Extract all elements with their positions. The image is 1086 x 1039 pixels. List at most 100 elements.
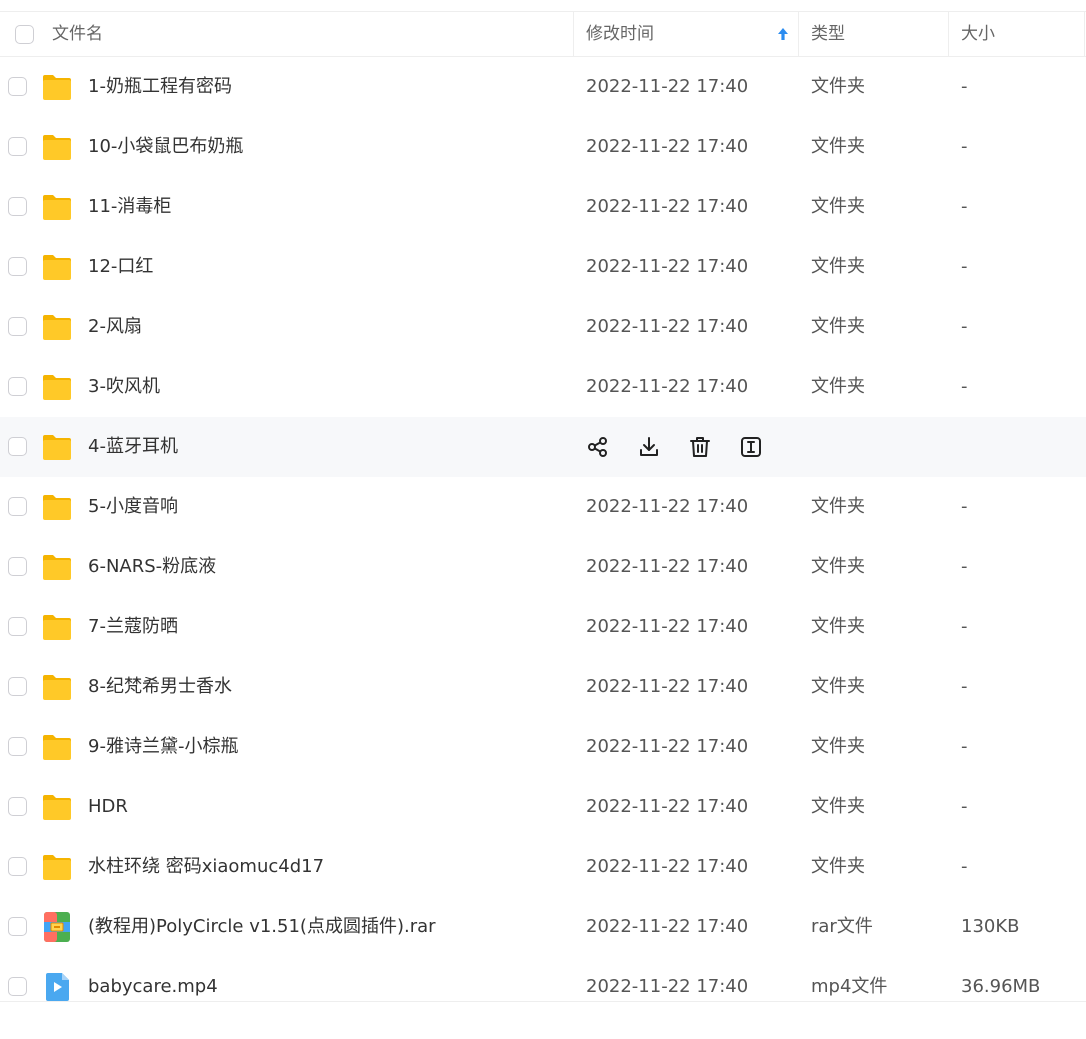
file-type: 文件夹 xyxy=(811,316,865,337)
modified-time: 2022-11-22 17:40 xyxy=(586,856,749,877)
file-name[interactable]: 4-蓝牙耳机 xyxy=(88,417,178,477)
video-file-icon xyxy=(41,972,73,1002)
table-row[interactable]: 9-雅诗兰黛-小棕瓶 2022-11-22 17:40 文件夹 - xyxy=(0,717,1086,777)
row-checkbox[interactable] xyxy=(8,797,27,816)
row-checkbox[interactable] xyxy=(8,197,27,216)
table-row[interactable]: (教程用)PolyCircle v1.51(点成圆插件).rar 2022-11-… xyxy=(0,897,1086,957)
table-row[interactable]: 7-兰蔻防晒 2022-11-22 17:40 文件夹 - xyxy=(0,597,1086,657)
file-name[interactable]: (教程用)PolyCircle v1.51(点成圆插件).rar xyxy=(88,897,436,957)
folder-icon xyxy=(41,72,73,102)
row-checkbox[interactable] xyxy=(8,77,27,96)
file-name[interactable]: babycare.mp4 xyxy=(88,957,218,1017)
file-list-table: 文件名 修改时间 类型 大小 1-奶瓶工程有密码 2022-11-22 17:40… xyxy=(0,11,1086,1017)
column-divider[interactable] xyxy=(798,12,799,57)
file-name[interactable]: 6-NARS-粉底液 xyxy=(88,537,216,597)
file-name[interactable]: 9-雅诗兰黛-小棕瓶 xyxy=(88,717,238,777)
row-checkbox[interactable] xyxy=(8,137,27,156)
file-name[interactable]: HDR xyxy=(88,777,128,837)
row-checkbox[interactable] xyxy=(8,737,27,756)
file-size: - xyxy=(961,676,968,697)
modified-time: 2022-11-22 17:40 xyxy=(586,316,749,337)
column-header-modified[interactable]: 修改时间 xyxy=(586,12,654,57)
folder-icon xyxy=(41,792,73,822)
file-size: - xyxy=(961,196,968,217)
folder-icon xyxy=(41,552,73,582)
file-type: 文件夹 xyxy=(811,616,865,637)
file-size: 36.96MB xyxy=(961,976,1041,997)
file-name[interactable]: 水柱环绕 密码xiaomuc4d17 xyxy=(88,837,324,897)
folder-icon xyxy=(41,492,73,522)
table-row[interactable]: 水柱环绕 密码xiaomuc4d17 2022-11-22 17:40 文件夹 - xyxy=(0,837,1086,897)
file-type: 文件夹 xyxy=(811,196,865,217)
row-checkbox[interactable] xyxy=(8,557,27,576)
table-row[interactable]: HDR 2022-11-22 17:40 文件夹 - xyxy=(0,777,1086,837)
row-checkbox[interactable] xyxy=(8,497,27,516)
file-name[interactable]: 12-口红 xyxy=(88,237,153,297)
file-name[interactable]: 3-吹风机 xyxy=(88,357,160,417)
table-row[interactable]: 12-口红 2022-11-22 17:40 文件夹 - xyxy=(0,237,1086,297)
table-row[interactable]: 11-消毒柜 2022-11-22 17:40 文件夹 - xyxy=(0,177,1086,237)
file-name[interactable]: 5-小度音响 xyxy=(88,477,178,537)
table-row[interactable]: babycare.mp4 2022-11-22 17:40 mp4文件 36.96MB xyxy=(0,957,1086,1017)
row-checkbox[interactable] xyxy=(8,437,27,456)
folder-icon xyxy=(41,192,73,222)
file-size: - xyxy=(961,376,968,397)
modified-time: 2022-11-22 17:40 xyxy=(586,196,749,217)
file-size: - xyxy=(961,76,968,97)
select-all-checkbox[interactable] xyxy=(15,25,34,44)
column-header-type[interactable]: 类型 xyxy=(811,12,845,57)
column-divider[interactable] xyxy=(573,12,574,57)
row-checkbox[interactable] xyxy=(8,977,27,996)
folder-icon xyxy=(41,372,73,402)
column-header-name[interactable]: 文件名 xyxy=(52,12,103,57)
file-size: - xyxy=(961,616,968,637)
row-checkbox[interactable] xyxy=(8,377,27,396)
file-size: - xyxy=(961,796,968,817)
file-name[interactable]: 2-风扇 xyxy=(88,297,142,357)
file-name[interactable]: 1-奶瓶工程有密码 xyxy=(88,57,232,117)
file-size: - xyxy=(961,316,968,337)
table-row[interactable]: 5-小度音响 2022-11-22 17:40 文件夹 - xyxy=(0,477,1086,537)
delete-icon[interactable] xyxy=(688,435,712,459)
column-header-size[interactable]: 大小 xyxy=(961,12,995,57)
file-name[interactable]: 8-纪梵希男士香水 xyxy=(88,657,232,717)
table-row[interactable]: 1-奶瓶工程有密码 2022-11-22 17:40 文件夹 - xyxy=(0,57,1086,117)
file-name[interactable]: 10-小袋鼠巴布奶瓶 xyxy=(88,117,243,177)
sort-ascending-arrow-icon[interactable] xyxy=(776,26,790,42)
table-row[interactable]: 4-蓝牙耳机 xyxy=(0,417,1086,477)
modified-time: 2022-11-22 17:40 xyxy=(586,376,749,397)
row-checkbox[interactable] xyxy=(8,317,27,336)
file-type: 文件夹 xyxy=(811,736,865,757)
table-row[interactable]: 2-风扇 2022-11-22 17:40 文件夹 - xyxy=(0,297,1086,357)
table-row[interactable]: 10-小袋鼠巴布奶瓶 2022-11-22 17:40 文件夹 - xyxy=(0,117,1086,177)
share-icon[interactable] xyxy=(586,435,610,459)
row-checkbox[interactable] xyxy=(8,677,27,696)
row-checkbox[interactable] xyxy=(8,617,27,636)
file-size: - xyxy=(961,136,968,157)
row-checkbox[interactable] xyxy=(8,257,27,276)
download-icon[interactable] xyxy=(637,435,661,459)
row-checkbox[interactable] xyxy=(8,917,27,936)
column-divider[interactable] xyxy=(948,12,949,57)
file-type: 文件夹 xyxy=(811,856,865,877)
list-bottom-border xyxy=(0,1001,1086,1002)
table-row[interactable]: 8-纪梵希男士香水 2022-11-22 17:40 文件夹 - xyxy=(0,657,1086,717)
file-type: 文件夹 xyxy=(811,136,865,157)
row-checkbox[interactable] xyxy=(8,857,27,876)
file-type: 文件夹 xyxy=(811,676,865,697)
file-name[interactable]: 7-兰蔻防晒 xyxy=(88,597,178,657)
table-row[interactable]: 6-NARS-粉底液 2022-11-22 17:40 文件夹 - xyxy=(0,537,1086,597)
file-name[interactable]: 11-消毒柜 xyxy=(88,177,171,237)
table-row[interactable]: 3-吹风机 2022-11-22 17:40 文件夹 - xyxy=(0,357,1086,417)
modified-time: 2022-11-22 17:40 xyxy=(586,676,749,697)
folder-icon xyxy=(41,432,73,462)
rename-icon[interactable] xyxy=(739,435,763,459)
header-right-border xyxy=(1084,11,1085,57)
file-type: 文件夹 xyxy=(811,496,865,517)
folder-icon xyxy=(41,672,73,702)
file-type: 文件夹 xyxy=(811,376,865,397)
folder-icon xyxy=(41,312,73,342)
file-size: - xyxy=(961,856,968,877)
file-size: 130KB xyxy=(961,916,1020,937)
modified-time: 2022-11-22 17:40 xyxy=(586,76,749,97)
